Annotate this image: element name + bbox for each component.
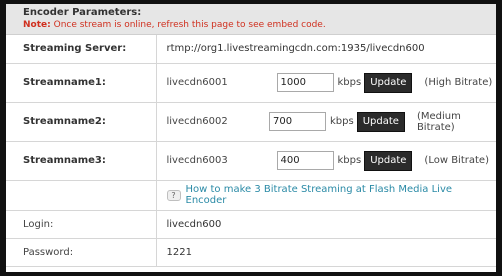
update-button-3[interactable]: Update [364,150,413,171]
kbps-unit-1: kbps [337,77,362,88]
note-text: Once stream is online, refresh this page… [53,20,326,30]
stream-label-2: Streamname2: [6,102,157,142]
kbps-unit-2: kbps [330,116,354,127]
server-value: rtmp://org1.livestreamingcdn.com:1935/li… [156,35,496,64]
login-value: livecdn600 [156,210,496,239]
quality-label-2: (Medium Bitrate) [416,110,461,133]
stream-row-3: Streamname3: livecdn6003 kbps Update (Lo… [6,141,496,181]
parameters-table: Streaming Server: rtmp://org1.livestream… [6,35,496,267]
stream-name-3: livecdn6003 [166,155,228,166]
stream-name-2: livecdn6002 [166,116,228,127]
panel-header: Encoder Parameters: Note: Once stream is… [6,4,496,35]
help-link[interactable]: How to make 3 Bitrate Streaming at Flash… [186,184,497,206]
server-label: Streaming Server: [6,35,157,64]
stream-label-1: Streamname1: [6,63,157,103]
password-label: Password: [6,238,157,267]
refresh-note: Note: Once stream is online, refresh thi… [23,19,496,31]
stream-row-2: Streamname2: livecdn6002 kbps Update (Me… [6,102,496,142]
update-button-1[interactable]: Update [364,72,413,93]
quality-label-1: (High Bitrate) [424,77,493,88]
bitrate-input-2[interactable] [269,112,327,131]
bitrate-input-1[interactable] [276,73,334,92]
update-button-2[interactable]: Update [356,111,405,132]
panel-title: Encoder Parameters: [23,7,142,18]
kbps-unit-3: kbps [337,155,362,166]
encoder-panel: Encoder Parameters: Note: Once stream is… [0,0,502,276]
help-row: ? How to make 3 Bitrate Streaming at Fla… [6,180,497,211]
login-row: Login: livecdn600 [6,210,496,239]
stream-row-1: Streamname1: livecdn6001 kbps Update (Hi… [6,63,496,103]
stream-name-1: livecdn6001 [166,77,228,88]
password-value: 1221 [156,238,496,267]
question-icon: ? [166,189,181,201]
bitrate-input-3[interactable] [276,151,334,170]
server-row: Streaming Server: rtmp://org1.livestream… [6,35,496,64]
help-row-label [6,180,157,211]
password-row: Password: 1221 [6,238,496,267]
quality-label-3: (Low Bitrate) [424,155,489,166]
login-label: Login: [6,210,157,239]
stream-label-3: Streamname3: [6,141,157,181]
note-prefix: Note: [23,20,51,30]
